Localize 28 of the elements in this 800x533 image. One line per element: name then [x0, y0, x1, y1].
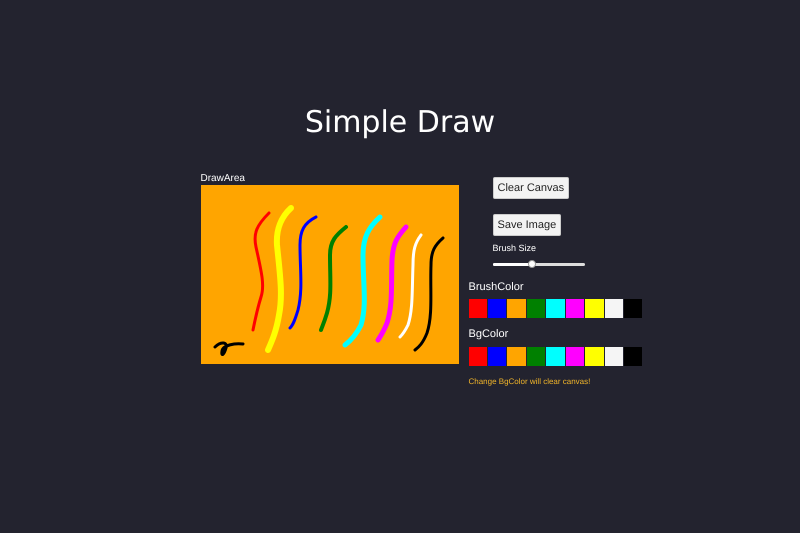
- color-swatch[interactable]: [507, 346, 526, 366]
- page-title: Simple Draw: [304, 104, 496, 142]
- color-swatch[interactable]: [546, 346, 565, 366]
- color-swatch[interactable]: [507, 299, 526, 318]
- color-swatch[interactable]: [488, 346, 506, 366]
- color-swatch[interactable]: [526, 346, 546, 366]
- color-swatch[interactable]: [546, 299, 565, 318]
- color-swatch[interactable]: [468, 346, 487, 366]
- palette-label: BgColor: [468, 327, 510, 342]
- warning-text: Change BgColor will clear canvas!: [468, 376, 592, 388]
- color-swatch[interactable]: [585, 299, 604, 318]
- draw-area-label: DrawArea: [200, 173, 246, 185]
- drawing-canvas[interactable]: [200, 185, 458, 364]
- brush-size-slider[interactable]: [492, 258, 584, 268]
- color-swatch[interactable]: [566, 299, 584, 318]
- action-button[interactable]: Save Image: [492, 214, 562, 236]
- color-swatch[interactable]: [468, 299, 487, 318]
- color-swatch[interactable]: [604, 299, 623, 318]
- color-swatch[interactable]: [585, 346, 604, 366]
- palette-label: BrushColor: [468, 280, 525, 294]
- color-swatch[interactable]: [526, 299, 546, 318]
- color-swatch[interactable]: [624, 299, 642, 318]
- color-swatch[interactable]: [488, 299, 506, 318]
- action-button[interactable]: Clear Canvas: [492, 177, 570, 199]
- brush-size-label: Brush Size: [492, 242, 538, 255]
- color-swatch[interactable]: [566, 346, 584, 366]
- color-swatch[interactable]: [604, 346, 623, 366]
- color-swatch[interactable]: [624, 346, 642, 366]
